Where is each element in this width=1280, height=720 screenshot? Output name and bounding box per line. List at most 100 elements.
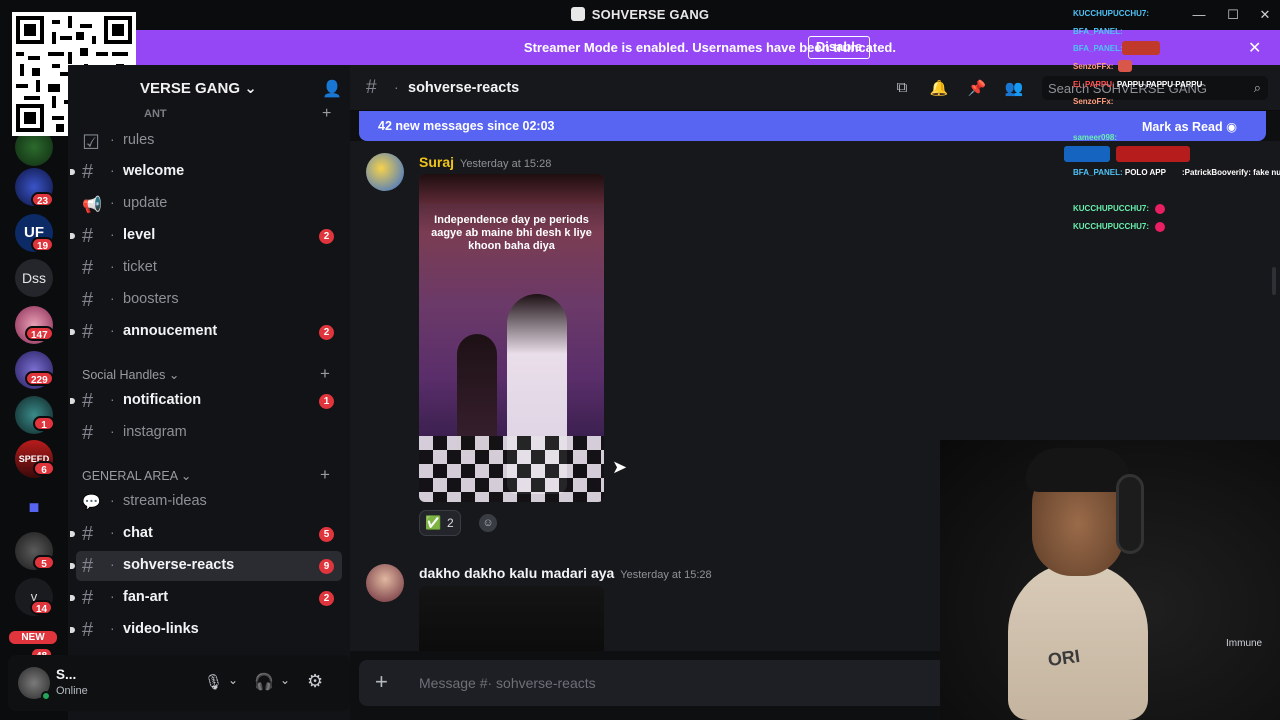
username: S... <box>56 667 77 682</box>
hash-icon: # <box>82 161 94 183</box>
new-messages-bar[interactable]: 42 new messages since 02:03 Mark as Read… <box>359 111 1266 141</box>
hash-icon: # <box>82 390 94 412</box>
video-embed[interactable] <box>419 586 604 651</box>
mention-badge: 2 <box>319 325 334 340</box>
emote-icon <box>1064 146 1110 162</box>
channel-item[interactable]: 💬 · stream-ideas <box>76 487 342 517</box>
overlay-chat-line: KUCCHUPUCCHU7: <box>1073 9 1149 18</box>
channel-label: annoucement <box>123 323 218 339</box>
channel-item[interactable]: # · fan-art 2 <box>70 583 342 613</box>
server-badge: 147 <box>25 326 54 341</box>
add-member-icon[interactable]: 👤 <box>322 79 342 99</box>
category-general-area[interactable]: GENERAL AREA ⌄ + <box>82 465 348 485</box>
channel-item[interactable]: # · ticket <box>76 253 342 283</box>
unread-indicator <box>70 595 75 601</box>
close-window-button[interactable]: ✕ <box>1256 6 1274 24</box>
channel-label: sohverse-reacts <box>123 557 235 573</box>
channel-label: boosters <box>123 291 179 307</box>
hair <box>1026 448 1130 492</box>
add-channel-icon[interactable]: + <box>322 105 331 123</box>
unread-indicator <box>70 233 75 239</box>
unread-indicator <box>70 398 75 404</box>
mention-badge: 5 <box>319 527 334 542</box>
add-channel-icon[interactable]: + <box>320 465 330 485</box>
channel-item[interactable]: # · level 2 <box>70 221 342 251</box>
mark-as-read-button[interactable]: Mark as Read ◉ <box>1142 119 1237 134</box>
channel-item[interactable]: # · welcome <box>70 157 342 187</box>
emote-icon <box>1122 41 1160 55</box>
channel-item[interactable]: # · boosters <box>76 285 342 315</box>
message-header: Suraj Yesterday at 15:28 <box>419 154 551 172</box>
chevron-down-icon[interactable]: ⌄ <box>228 673 238 687</box>
add-channel-icon[interactable]: + <box>320 364 330 384</box>
channel-item[interactable]: # · notification 1 <box>70 386 342 416</box>
server-icon-dss[interactable]: Dss <box>15 259 53 297</box>
threads-icon[interactable]: ⧉ <box>892 79 912 99</box>
avatar[interactable] <box>366 153 404 191</box>
channel-item[interactable]: # · chat 5 <box>70 519 342 549</box>
server-badge: 229 <box>25 371 54 386</box>
maximize-button[interactable]: ☐ <box>1224 6 1242 24</box>
channel-label: fan-art <box>123 589 169 605</box>
hash-icon: # <box>366 77 377 98</box>
channel-item[interactable]: # · video-links <box>70 615 342 645</box>
forum-icon: 💬 <box>82 494 101 511</box>
shirt-print: ORI <box>1046 645 1082 671</box>
headphones-icon[interactable]: 🎧 <box>254 672 274 692</box>
server-badge: 6 <box>33 461 55 476</box>
overlay-chat-line: SenzoFFx: <box>1073 97 1114 106</box>
emote-icon <box>1118 60 1132 72</box>
unread-indicator <box>70 169 75 175</box>
meme-image[interactable]: Independence day pe periods aagye ab mai… <box>419 174 604 502</box>
close-icon[interactable]: ✕ <box>1248 38 1261 58</box>
mention-badge: 2 <box>319 229 334 244</box>
channel-item[interactable]: # · instagram <box>76 418 342 448</box>
new-badge: NEW <box>7 629 59 646</box>
channel-label: video-links <box>123 621 199 637</box>
channel-label: rules <box>123 132 155 148</box>
unread-indicator <box>70 563 75 569</box>
server-badge: 14 <box>30 600 54 615</box>
hash-icon: # <box>82 422 94 444</box>
bell-icon[interactable]: 🔔 <box>929 79 949 99</box>
disable-streamer-mode-button[interactable]: Disable <box>808 36 870 59</box>
chevron-down-icon[interactable]: ⌄ <box>280 673 290 687</box>
scrollbar[interactable] <box>1272 267 1276 295</box>
reaction-emoji: ✅ <box>425 515 442 530</box>
server-badge: 5 <box>33 555 55 570</box>
microphone-icon[interactable]: 🎙 <box>204 673 223 691</box>
category-partial: ANT <box>144 108 167 120</box>
channel-item[interactable]: 📢 · update <box>76 189 342 219</box>
image-caption: Independence day pe periods aagye ab mai… <box>431 214 592 252</box>
message-author[interactable]: dakho dakho kalu madari aya <box>419 565 614 581</box>
pin-icon[interactable]: 📌 <box>967 79 987 99</box>
folder-icon[interactable]: ■ <box>15 488 53 526</box>
hash-icon: # <box>82 555 94 577</box>
hash-icon: # <box>82 321 94 343</box>
member-list-icon[interactable]: 👥 <box>1004 79 1024 99</box>
mention-badge: 9 <box>319 559 334 574</box>
unread-indicator <box>70 531 75 537</box>
add-reaction-icon[interactable]: ☺ <box>479 514 497 532</box>
reaction-chip[interactable]: ✅ 2 <box>419 510 461 536</box>
emote-icon <box>1116 146 1190 162</box>
minimize-button[interactable]: — <box>1190 6 1208 24</box>
category-social-handles[interactable]: Social Handles ⌄ + <box>82 364 348 384</box>
server-name-header[interactable]: VERSE GANG ⌄ <box>140 79 257 97</box>
channel-item-selected[interactable]: # · sohverse-reacts 9 <box>70 551 342 581</box>
emote-icon <box>1155 204 1165 214</box>
overlay-chat-line: BFA_PANEL: <box>1073 44 1123 53</box>
avatar[interactable] <box>366 564 404 602</box>
user-status: Online <box>56 685 88 697</box>
overlay-chat-line: SenzoFFx: <box>1073 62 1114 71</box>
channel-item[interactable]: ☑ · rules <box>76 126 342 156</box>
channel-sidebar: VERSE GANG ⌄ 👤 ANT + ☑ · rules # · welcome… <box>68 65 350 720</box>
channel-label: notification <box>123 392 202 408</box>
channel-item[interactable]: # · annoucement 2 <box>70 317 342 347</box>
message-timestamp: Yesterday at 15:28 <box>460 158 552 170</box>
message-author[interactable]: Suraj <box>419 154 454 170</box>
channel-label: stream-ideas <box>123 493 207 509</box>
online-status-dot <box>41 691 51 701</box>
gear-icon[interactable]: ⚙ <box>307 671 323 692</box>
add-attachment-icon[interactable]: + <box>375 669 388 695</box>
